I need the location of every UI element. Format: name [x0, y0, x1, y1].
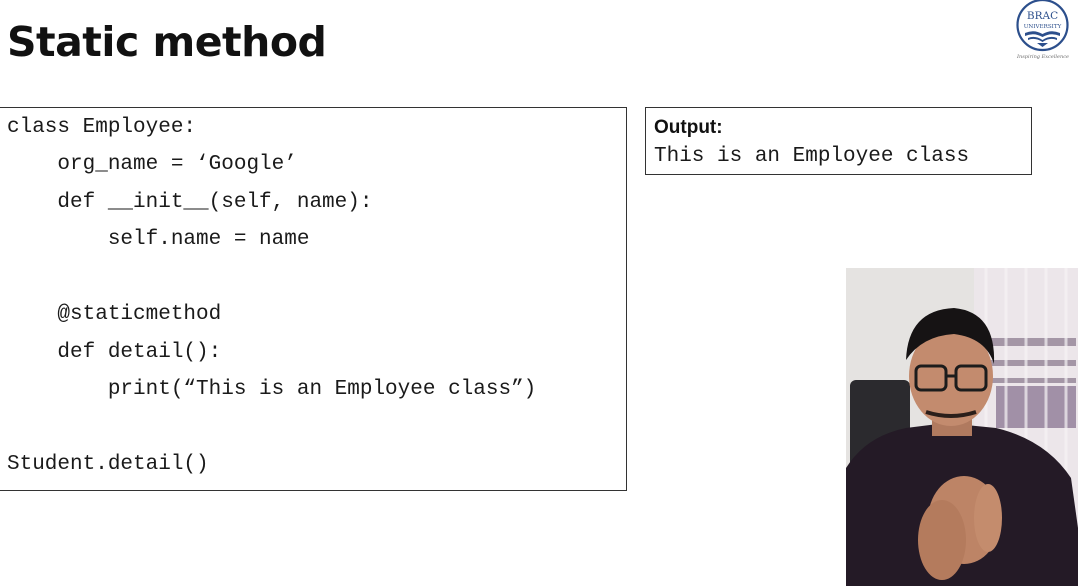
code-panel: class Employee: org_name = ‘Google’ def … — [0, 107, 627, 491]
code-line: print(“This is an Employee class”) — [7, 378, 537, 401]
logo-name-line2: UNIVERSITY — [1024, 24, 1062, 30]
logo-tagline: Inspiring Excellence — [1017, 54, 1069, 60]
code-line: self.name = name — [7, 228, 310, 251]
output-text: This is an Employee class — [654, 145, 970, 168]
code-line: @staticmethod — [7, 303, 222, 326]
logo-name-line1: BRAC — [1027, 10, 1058, 22]
output-label: Output: — [654, 117, 723, 138]
presenter-video — [846, 268, 1078, 586]
brac-university-logo: BRAC UNIVERSITY Inspiring Excellence — [1003, 0, 1082, 64]
slide-title: Static method — [7, 18, 327, 66]
code-line: def __init__(self, name): — [7, 191, 373, 214]
presenter-video-icon — [846, 268, 1078, 586]
code-line: class Employee: — [7, 116, 197, 139]
code-line: org_name = ‘Google’ — [7, 153, 297, 176]
code-line: def detail(): — [7, 341, 222, 364]
brac-university-logo-icon: BRAC UNIVERSITY — [1016, 0, 1069, 52]
code-line: Student.detail() — [7, 453, 209, 476]
output-panel: Output: This is an Employee class — [645, 107, 1032, 175]
